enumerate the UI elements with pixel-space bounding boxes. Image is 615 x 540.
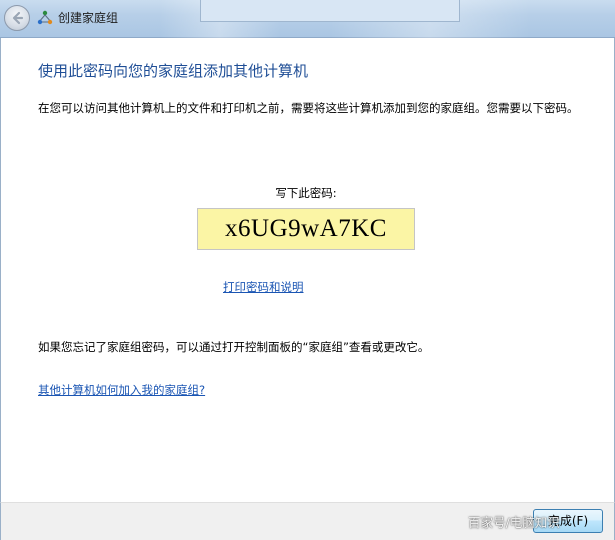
back-arrow-icon — [12, 11, 24, 25]
finish-button[interactable]: 完成(F) — [533, 509, 603, 533]
password-display: x6UG9wA7KC — [197, 208, 415, 250]
page-heading: 使用此密码向您的家庭组添加其他计算机 — [38, 62, 309, 80]
forgot-password-text: 如果您忘记了家庭组密码，可以通过打开控制面板的“家庭组”查看或更改它。 — [38, 340, 430, 354]
window-title: 创建家庭组 — [58, 11, 119, 25]
join-help-link[interactable]: 其他计算机如何加入我的家庭组? — [38, 382, 205, 398]
title-bar: 创建家庭组 — [0, 0, 615, 38]
homegroup-icon — [37, 10, 53, 25]
password-label: 写下此密码: — [275, 186, 337, 200]
back-button[interactable] — [4, 5, 30, 31]
background-window — [200, 0, 460, 22]
footer-bar — [0, 502, 615, 540]
intro-text: 在您可以访问其他计算机上的文件和打印机之前，需要将这些计算机添加到您的家庭组。您… — [38, 101, 579, 115]
print-password-link[interactable]: 打印密码和说明 — [223, 279, 304, 295]
